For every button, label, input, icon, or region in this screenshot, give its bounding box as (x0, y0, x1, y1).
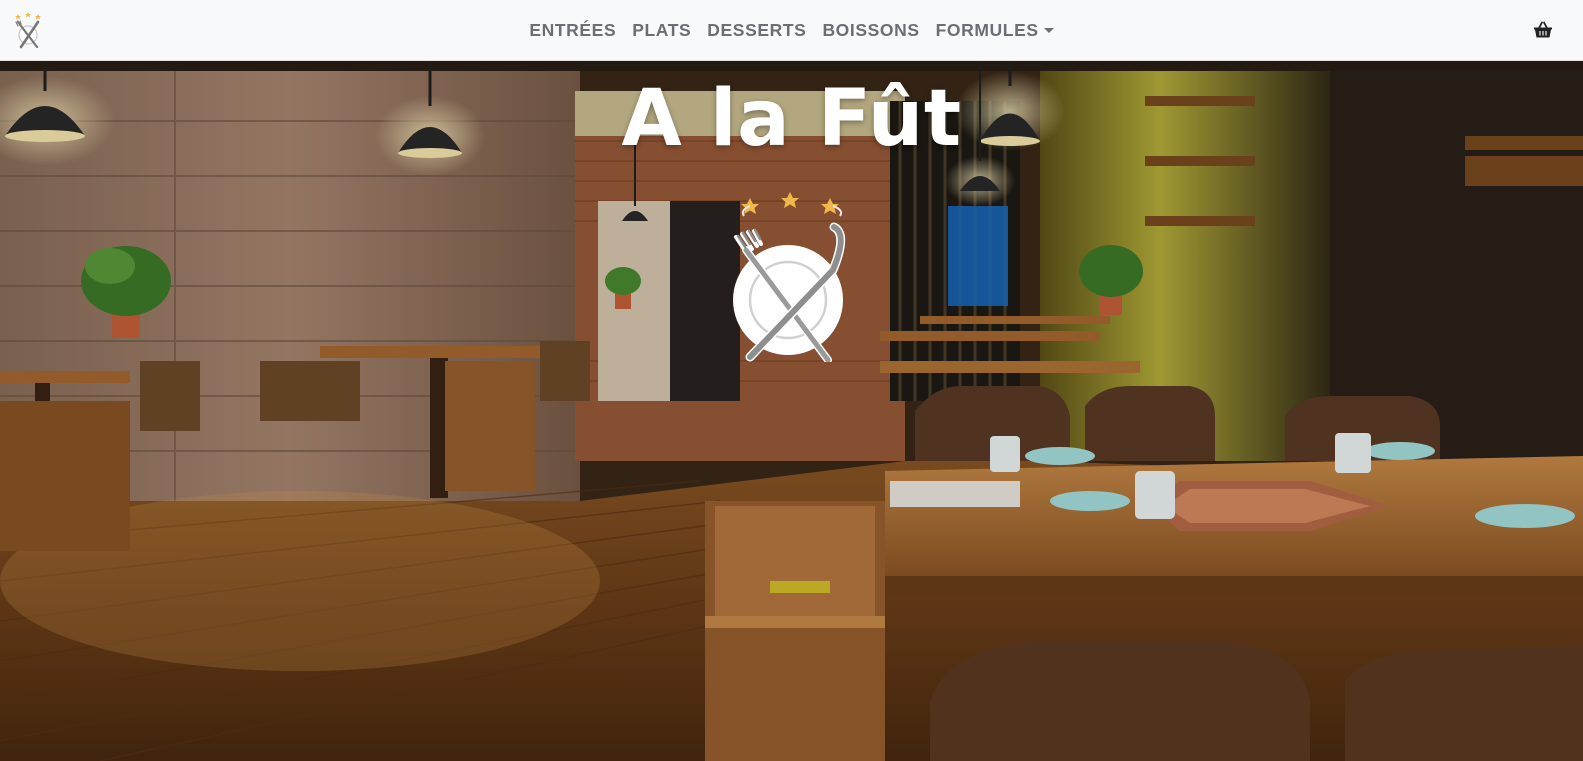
nav-link-entrees[interactable]: ENTRÉES (521, 20, 624, 41)
main-nav: ENTRÉES PLATS DESSERTS BOISSONS FORMULES (0, 0, 1583, 61)
hero-section: A la Fût (0, 61, 1583, 761)
nav-link-boissons[interactable]: BOISSONS (814, 20, 927, 41)
nav-dropdown-formules-label: FORMULES (935, 20, 1039, 40)
restaurant-interior-image (0, 61, 1583, 761)
plate-fork-knife-stars-icon (733, 192, 846, 362)
caret-down-icon (1043, 28, 1054, 33)
nav-link-desserts[interactable]: DESSERTS (699, 20, 814, 41)
nav-link-plats[interactable]: PLATS (624, 20, 699, 41)
top-navbar: ENTRÉES PLATS DESSERTS BOISSONS FORMULES (0, 0, 1583, 61)
shopping-basket-icon[interactable] (1533, 21, 1553, 39)
nav-dropdown-formules[interactable]: FORMULES (928, 20, 1062, 41)
hero-title: A la Fût (621, 74, 962, 164)
